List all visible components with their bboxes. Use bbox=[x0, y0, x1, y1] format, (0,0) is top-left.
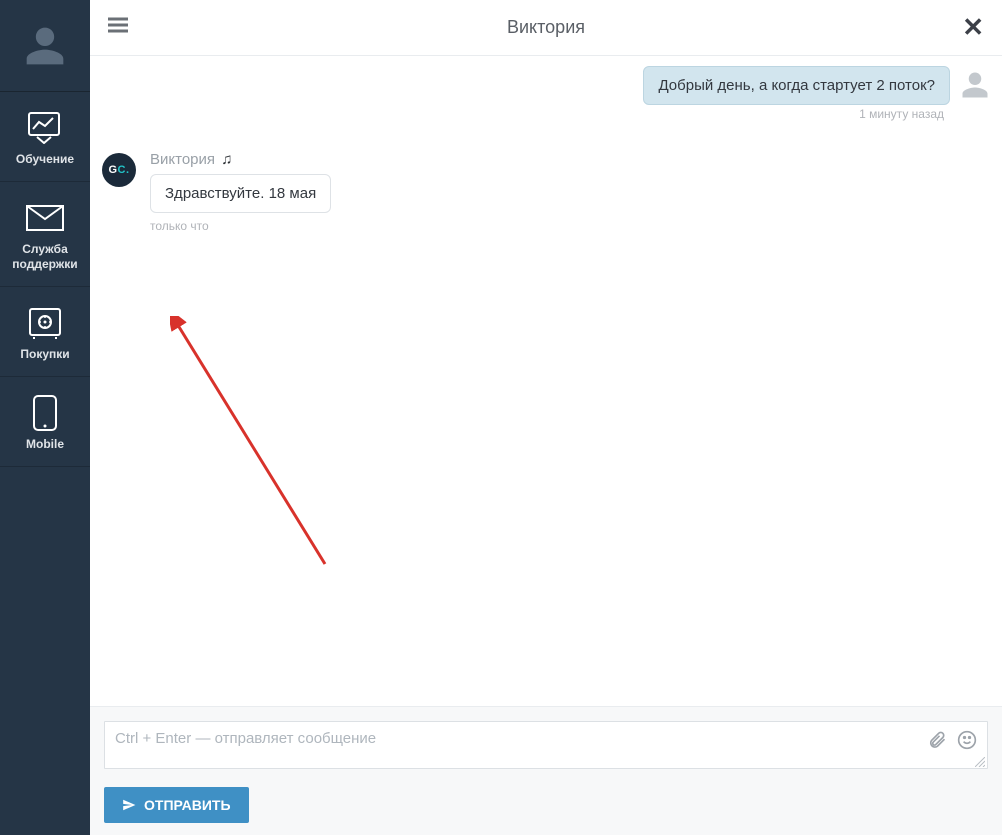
my-avatar bbox=[960, 70, 990, 100]
sidebar-item-label: Покупки bbox=[20, 347, 69, 362]
close-icon[interactable]: ✕ bbox=[962, 12, 984, 43]
music-note-icon: ♫ bbox=[221, 151, 232, 168]
user-icon bbox=[960, 70, 990, 100]
reply-content: Виктория ♫ Здравствуйте. 18 мая только ч… bbox=[150, 151, 331, 233]
compose-area: ОТПРАВИТЬ bbox=[90, 706, 1002, 835]
chat-header: Виктория ✕ bbox=[90, 0, 1002, 56]
main-area: Виктория ✕ Добрый день, а когда стартует… bbox=[90, 0, 1002, 835]
sidebar-item-learning[interactable]: Обучение bbox=[0, 92, 90, 182]
my-message-time: 1 минуту назад bbox=[102, 107, 990, 121]
user-icon bbox=[23, 24, 67, 68]
envelope-icon bbox=[25, 200, 65, 236]
chart-presentation-icon bbox=[25, 110, 65, 146]
sender-name: Виктория bbox=[150, 151, 215, 168]
reply-bubble: Здравствуйте. 18 мая bbox=[150, 174, 331, 213]
send-button-label: ОТПРАВИТЬ bbox=[144, 797, 231, 813]
my-message-row: Добрый день, а когда стартует 2 поток? bbox=[102, 66, 990, 105]
message-textbox[interactable] bbox=[104, 721, 988, 769]
send-button[interactable]: ОТПРАВИТЬ bbox=[104, 787, 249, 823]
sidebar-item-label: Mobile bbox=[26, 437, 64, 452]
reply-row: GC. Виктория ♫ Здравствуйте. 18 мая толь… bbox=[102, 151, 990, 233]
sidebar: Обучение Служба поддержки Покупки Mobile bbox=[0, 0, 90, 835]
sidebar-item-support[interactable]: Служба поддержки bbox=[0, 182, 90, 287]
message-input[interactable] bbox=[115, 730, 927, 747]
sidebar-item-label: Обучение bbox=[16, 152, 74, 167]
safe-icon bbox=[25, 305, 65, 341]
send-icon bbox=[122, 798, 136, 812]
chat-body: Добрый день, а когда стартует 2 поток? 1… bbox=[90, 56, 1002, 706]
sidebar-item-purchases[interactable]: Покупки bbox=[0, 287, 90, 377]
attachment-icon[interactable] bbox=[927, 730, 947, 755]
sender-name-line: Виктория ♫ bbox=[150, 151, 331, 168]
hamburger-menu-icon[interactable] bbox=[108, 17, 128, 38]
chat-title: Виктория bbox=[507, 17, 585, 38]
sidebar-item-mobile[interactable]: Mobile bbox=[0, 377, 90, 467]
reply-time: только что bbox=[150, 219, 331, 233]
sender-avatar: GC. bbox=[102, 153, 136, 187]
annotation-arrow bbox=[170, 316, 340, 576]
phone-icon bbox=[25, 395, 65, 431]
my-message-bubble: Добрый день, а когда стартует 2 поток? bbox=[643, 66, 950, 105]
user-avatar[interactable] bbox=[0, 0, 90, 92]
emoji-icon[interactable] bbox=[957, 730, 977, 755]
sidebar-item-label: Служба поддержки bbox=[12, 242, 77, 272]
resize-handle-icon[interactable] bbox=[975, 757, 985, 767]
